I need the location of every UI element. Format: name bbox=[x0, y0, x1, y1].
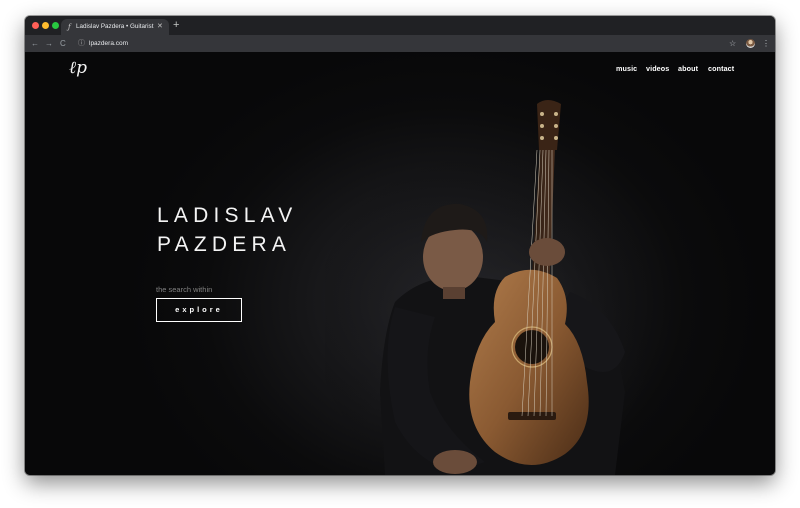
new-tab-button[interactable]: + bbox=[173, 18, 179, 32]
explore-button[interactable]: explore bbox=[156, 298, 242, 322]
site-info-icon[interactable]: ⓘ bbox=[78, 37, 85, 50]
nav-link-videos[interactable]: videos bbox=[646, 64, 669, 73]
hero-name-line1: LADISLAV bbox=[157, 204, 298, 227]
favicon-icon: ƒ bbox=[68, 23, 71, 31]
browser-tab[interactable]: ƒ Ladislav Pazdera • Guitarist &... ✕ bbox=[61, 19, 169, 35]
tab-close-icon[interactable]: ✕ bbox=[157, 19, 163, 35]
nav-link-contact[interactable]: contact bbox=[708, 64, 734, 73]
close-window-button[interactable] bbox=[32, 22, 39, 29]
profile-avatar[interactable] bbox=[746, 39, 755, 48]
back-arrow-icon[interactable]: ← bbox=[31, 35, 39, 52]
guitarist-photo bbox=[325, 100, 645, 475]
reload-icon[interactable]: C bbox=[60, 35, 66, 52]
forward-arrow-icon[interactable]: → bbox=[45, 35, 53, 52]
maximize-window-button[interactable] bbox=[52, 22, 59, 29]
page-viewport: ℓp music videos about contact LADISLAV P… bbox=[25, 52, 775, 475]
browser-toolbar: ← → C ⓘ lpazdera.com ☆ ⋮ bbox=[25, 35, 775, 52]
url-text[interactable]: lpazdera.com bbox=[89, 37, 128, 50]
browser-window: ƒ Ladislav Pazdera • Guitarist &... ✕ + … bbox=[25, 16, 775, 475]
tab-bar: ƒ Ladislav Pazdera • Guitarist &... ✕ + bbox=[25, 16, 775, 35]
hero-name-line2: PAZDERA bbox=[157, 233, 292, 256]
tab-title: Ladislav Pazdera • Guitarist &... bbox=[76, 23, 154, 30]
minimize-window-button[interactable] bbox=[42, 22, 49, 29]
hero-tagline: the search within bbox=[156, 285, 213, 294]
address-bar[interactable]: ⓘ lpazdera.com bbox=[75, 37, 745, 50]
nav-link-music[interactable]: music bbox=[616, 64, 637, 73]
nav-link-about[interactable]: about bbox=[678, 64, 698, 73]
bookmark-star-icon[interactable]: ☆ bbox=[729, 35, 736, 52]
browser-menu-icon[interactable]: ⋮ bbox=[762, 35, 770, 52]
site-logo[interactable]: ℓp bbox=[69, 58, 87, 78]
